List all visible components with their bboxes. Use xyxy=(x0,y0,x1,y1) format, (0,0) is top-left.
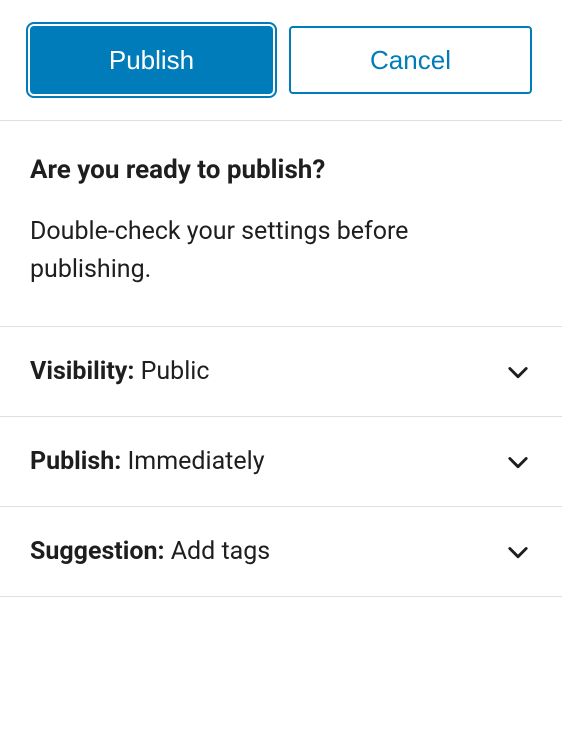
cancel-button[interactable]: Cancel xyxy=(289,26,532,94)
setting-value: Add tags xyxy=(171,537,270,566)
publish-button[interactable]: Publish xyxy=(30,26,273,94)
setting-text: Publish: Immediately xyxy=(30,447,265,476)
chevron-down-icon xyxy=(504,538,532,566)
setting-row-visibility[interactable]: Visibility: Public xyxy=(0,326,562,416)
intro-text: Double-check your settings before publis… xyxy=(30,213,532,288)
setting-row-suggestion[interactable]: Suggestion: Add tags xyxy=(0,506,562,597)
setting-text: Suggestion: Add tags xyxy=(30,537,270,566)
action-button-row: Publish Cancel xyxy=(0,0,562,120)
setting-text: Visibility: Public xyxy=(30,357,209,386)
setting-row-publish[interactable]: Publish: Immediately xyxy=(0,416,562,506)
chevron-down-icon xyxy=(504,448,532,476)
setting-label: Suggestion: xyxy=(30,537,165,566)
intro-section: Are you ready to publish? Double-check y… xyxy=(0,121,562,326)
intro-title: Are you ready to publish? xyxy=(30,155,532,185)
setting-label: Visibility: xyxy=(30,357,134,386)
setting-value: Public xyxy=(141,357,210,386)
setting-value: Immediately xyxy=(128,447,265,476)
chevron-down-icon xyxy=(504,358,532,386)
setting-label: Publish: xyxy=(30,447,121,476)
